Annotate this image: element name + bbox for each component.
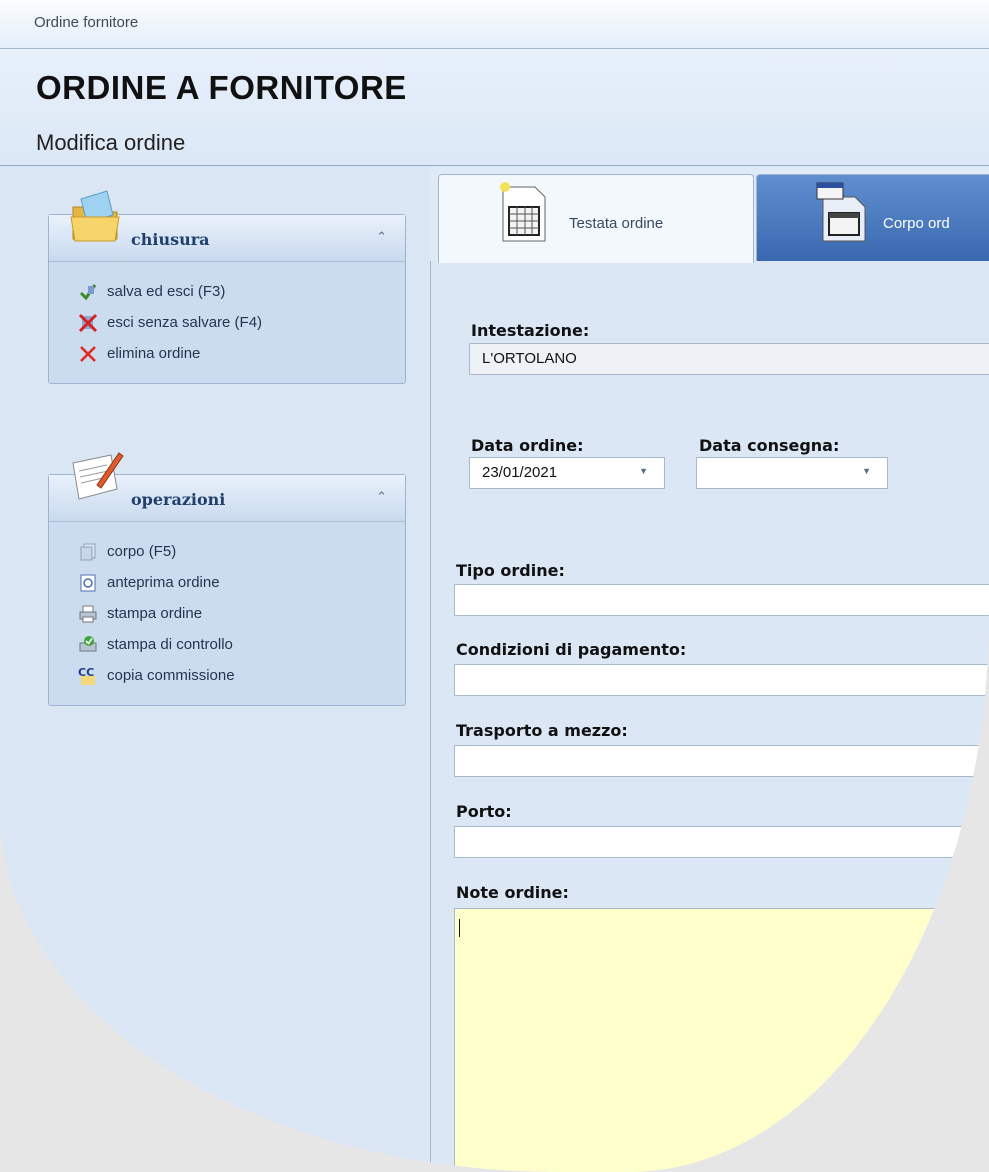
data-ordine-value: 23/01/2021 — [482, 464, 558, 481]
save-exit-action[interactable]: salva ed esci (F3) — [77, 276, 405, 307]
note-ordine-label: Note ordine: — [456, 883, 569, 902]
form-pane: Testata ordine Corpo ord Intestazione: L… — [430, 166, 989, 1172]
window-title: Ordine fornitore — [34, 14, 139, 31]
exit-no-save-action[interactable]: esci senza salvare (F4) — [77, 307, 405, 338]
delete-icon — [77, 343, 99, 365]
group-body-chiusura: salva ed esci (F3) esci senza salvare (F… — [49, 262, 405, 383]
intestazione-field[interactable]: L'ORTOLANO — [469, 343, 989, 375]
group-title-operazioni: operazioni — [131, 490, 226, 509]
tab-strip: Testata ordine Corpo ord — [430, 166, 989, 263]
svg-text:CC: CC — [78, 666, 94, 679]
edit-document-icon — [67, 445, 125, 510]
data-ordine-combo[interactable]: 23/01/2021 ▼ — [469, 457, 665, 489]
copy-commission-action[interactable]: CC copia commissione — [77, 660, 405, 691]
porto-field[interactable] — [454, 826, 989, 858]
print-order-action[interactable]: stampa ordine — [77, 598, 405, 629]
data-consegna-label: Data consegna: — [699, 436, 840, 455]
window-document-icon — [815, 181, 875, 252]
porto-label: Porto: — [456, 802, 512, 821]
trasporto-label: Trasporto a mezzo: — [456, 721, 628, 740]
save-exit-icon — [77, 281, 99, 303]
print-check-action[interactable]: stampa di controllo — [77, 629, 405, 660]
chevron-down-icon[interactable]: ▼ — [639, 466, 648, 476]
title-bar: Ordine fornitore — [0, 0, 989, 49]
tipo-ordine-label: Tipo ordine: — [456, 561, 565, 580]
action-label: elimina ordine — [107, 345, 201, 362]
action-label: corpo (F5) — [107, 543, 177, 560]
page-title: ORDINE A FORNITORE — [36, 69, 407, 106]
table-document-icon — [495, 181, 555, 252]
collapse-icon[interactable]: ⌃ — [376, 489, 387, 505]
action-label: stampa ordine — [107, 605, 203, 622]
group-title-chiusura: chiusura — [131, 230, 210, 249]
preview-action[interactable]: anteprima ordine — [77, 567, 405, 598]
chevron-down-icon[interactable]: ▼ — [862, 466, 871, 476]
action-label: copia commissione — [107, 667, 235, 684]
data-consegna-combo[interactable]: ▼ — [696, 457, 888, 489]
exit-no-save-icon — [77, 312, 99, 334]
note-ordine-textarea[interactable] — [454, 908, 989, 1172]
condizioni-pagamento-field[interactable] — [454, 664, 989, 696]
tab-label: Testata ordine — [569, 215, 664, 232]
open-folder-icon — [67, 185, 125, 250]
printer-check-icon — [77, 634, 99, 656]
cc-icon: CC — [77, 665, 99, 687]
group-body-operazioni: corpo (F5) anteprima ordine stampa ordin… — [49, 522, 405, 705]
trasporto-field[interactable] — [454, 745, 989, 777]
order-header-form: Intestazione: L'ORTOLANO Data ordine: 23… — [430, 261, 989, 1172]
tab-label: Corpo ord — [883, 215, 950, 232]
tab-testata-ordine[interactable]: Testata ordine — [438, 174, 754, 263]
delete-order-action[interactable]: elimina ordine — [77, 338, 405, 369]
order-window: Ordine fornitore ORDINE A FORNITORE Modi… — [0, 0, 989, 1172]
action-label: stampa di controllo — [107, 636, 233, 653]
group-header-chiusura[interactable]: chiusura ⌃ — [49, 190, 405, 262]
printer-icon — [77, 603, 99, 625]
tab-corpo-ordine[interactable]: Corpo ord — [756, 174, 989, 261]
group-chiusura: chiusura ⌃ salva ed esci (F3) esci senza… — [48, 190, 406, 384]
documents-icon — [77, 541, 99, 563]
task-pane: chiusura ⌃ salva ed esci (F3) esci senza… — [0, 166, 430, 1172]
preview-icon — [77, 572, 99, 594]
text-caret — [459, 919, 460, 937]
action-label: anteprima ordine — [107, 574, 220, 591]
action-label: esci senza salvare (F4) — [107, 314, 263, 331]
tipo-ordine-field[interactable] — [454, 584, 989, 616]
group-operazioni: operazioni ⌃ corpo (F5) anteprima ordine — [48, 452, 406, 706]
body-action[interactable]: corpo (F5) — [77, 536, 405, 567]
group-header-operazioni[interactable]: operazioni ⌃ — [49, 452, 405, 522]
condizioni-pagamento-label: Condizioni di pagamento: — [456, 640, 687, 659]
data-ordine-label: Data ordine: — [471, 436, 584, 455]
page-subtitle: Modifica ordine — [36, 130, 186, 155]
collapse-icon[interactable]: ⌃ — [376, 229, 387, 245]
action-label: salva ed esci (F3) — [107, 283, 226, 300]
page-header: ORDINE A FORNITORE Modifica ordine — [0, 49, 989, 166]
intestazione-label: Intestazione: — [471, 321, 590, 340]
